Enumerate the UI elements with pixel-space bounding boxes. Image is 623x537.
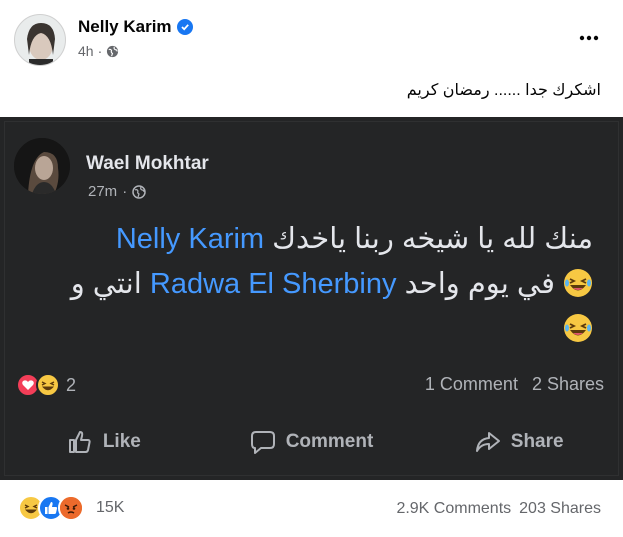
shares-count[interactable]: 203 Shares [519, 500, 601, 518]
shared-text-part1: منك لله يا شيخه ربنا ياخدك [264, 223, 593, 255]
shared-post-meta: 27m · [88, 183, 146, 200]
mention-radwa-el-sherbiny: Radwa El Sherbiny [149, 268, 397, 300]
author-avatar[interactable] [14, 14, 66, 66]
post-reactions[interactable]: 15K [18, 495, 124, 521]
shared-like-button: Like [0, 429, 208, 455]
shared-comment-button: Comment [208, 429, 416, 455]
shared-share-label: Share [510, 431, 564, 452]
shared-action-bar: Like Comment Share [0, 429, 623, 455]
more-dots-icon [579, 35, 599, 41]
share-arrow-icon [475, 432, 500, 452]
reactions-count[interactable]: 15K [96, 499, 124, 517]
shared-comment-label: Comment [285, 431, 374, 452]
shared-reactions: 2 [16, 373, 76, 397]
shared-author-avatar [14, 138, 70, 194]
post-timestamp[interactable]: 4h [78, 43, 94, 59]
globe-icon [132, 184, 146, 199]
comments-count[interactable]: 2.9K Comments [396, 500, 511, 518]
laughing-emoji-icon [563, 312, 593, 342]
post-author[interactable]: Nelly Karim [78, 17, 193, 37]
shared-stats: 1 Comment 2 Shares [425, 374, 604, 395]
shared-author-name: Wael Mokhtar [86, 153, 209, 174]
shared-timestamp: 27m [88, 183, 118, 200]
shared-share-button: Share [415, 429, 623, 455]
haha-reaction-icon [36, 373, 60, 397]
shared-reactions-count: 2 [66, 374, 77, 395]
shared-like-label: Like [102, 431, 141, 452]
comment-bubble-icon [250, 431, 275, 454]
shared-text-part2: انتي و [70, 268, 142, 300]
post-stats: 2.9K Comments 203 Shares [396, 500, 601, 518]
post-caption: اشكرك جدا ...... رمضان كريم [406, 82, 601, 99]
shared-post-text: منك لله يا شيخه ربنا ياخدك Nelly Karim ف… [13, 217, 593, 352]
shared-comments-count: 1 Comment [424, 374, 518, 394]
mention-nelly-karim: Nelly Karim [115, 223, 265, 255]
shared-post-image[interactable]: Wael Mokhtar 27m · منك لله يا شيخه ربنا … [0, 117, 623, 480]
laughing-emoji-icon [563, 267, 593, 297]
post-author-name[interactable]: Nelly Karim [78, 17, 172, 37]
globe-icon [107, 45, 119, 57]
thumbs-up-icon [68, 431, 91, 453]
shared-text-part3: في يوم واحد [396, 268, 563, 300]
angry-reaction-icon [58, 495, 84, 521]
post-meta: 4h · [78, 43, 119, 59]
shared-shares-count: 2 Shares [531, 374, 604, 394]
more-options-button[interactable] [577, 26, 601, 50]
verified-badge-icon [176, 19, 193, 35]
